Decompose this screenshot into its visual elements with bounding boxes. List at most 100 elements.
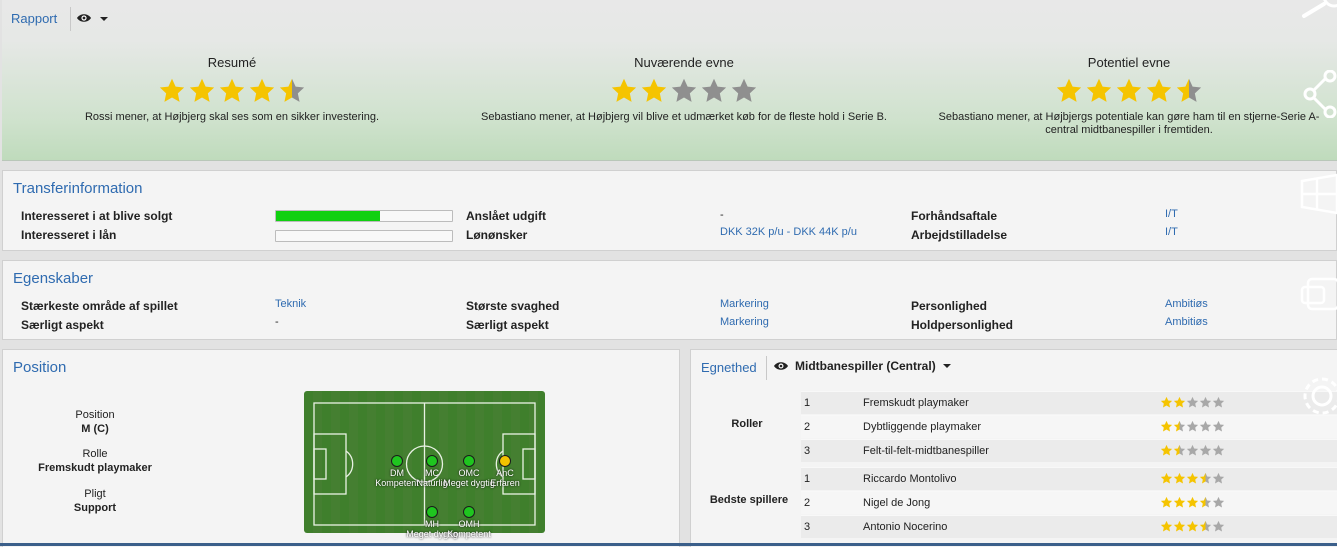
star-icon bbox=[219, 78, 245, 102]
star-icon bbox=[1160, 520, 1173, 532]
current-ability-description: Sebastiano mener, at Højbjerg vil blive … bbox=[481, 111, 887, 123]
summary-description: Rossi mener, at Højbjerg skal ses som en… bbox=[84, 111, 380, 123]
interested-in-loan-label: Interesseret i lån bbox=[21, 228, 117, 242]
star-icon bbox=[731, 78, 757, 102]
team-personality-label: Holdpersonlighed bbox=[911, 318, 1013, 332]
player-number: 2 bbox=[804, 497, 811, 509]
star-icon bbox=[1186, 496, 1199, 508]
player-name[interactable]: Riccardo Montolivo bbox=[863, 473, 957, 485]
best-player-row[interactable]: 3 Antonio Nocerino bbox=[801, 515, 1337, 538]
current-ability-star-rating bbox=[459, 77, 909, 105]
devices-icon[interactable] bbox=[1300, 277, 1337, 311]
personality-label: Personlighed bbox=[911, 299, 988, 313]
work-permit-value: I/T bbox=[1165, 226, 1178, 238]
star-icon bbox=[1056, 78, 1082, 102]
role-number: 1 bbox=[804, 397, 811, 409]
view-options-dropdown[interactable] bbox=[76, 10, 110, 29]
best-player-row[interactable]: 2 Nigel de Jong bbox=[801, 491, 1337, 514]
star-icon bbox=[249, 78, 275, 102]
star-icon bbox=[1160, 472, 1173, 484]
pitch-position-marker[interactable] bbox=[391, 455, 403, 467]
best-player-row[interactable]: 1 Riccardo Montolivo bbox=[801, 467, 1337, 490]
precontract-value: I/T bbox=[1165, 208, 1178, 220]
special-aspect-label: Særligt aspekt bbox=[21, 318, 104, 332]
star-icon bbox=[1186, 396, 1199, 408]
precontract-label: Forhåndsaftale bbox=[911, 209, 998, 223]
tab-suitability[interactable]: Egnethed bbox=[701, 360, 757, 375]
position-pitch: DM Kompetent MC Naturlig OMC Meget dygtig AnC E… bbox=[304, 391, 545, 539]
transfer-info-title: Transferinformation bbox=[13, 180, 143, 197]
role-number: 3 bbox=[804, 445, 811, 457]
star-icon bbox=[641, 78, 667, 102]
best-players-label: Bedste spillere bbox=[709, 494, 789, 506]
star-icon bbox=[1199, 496, 1212, 508]
pitch-position-marker[interactable] bbox=[499, 455, 511, 467]
position-label: Position bbox=[75, 409, 115, 421]
star-icon bbox=[1086, 78, 1112, 102]
pitch-position-label: AnC Erfaren bbox=[490, 468, 520, 488]
interested-in-loan-bar bbox=[275, 230, 453, 242]
star-icon bbox=[1186, 520, 1199, 532]
role-number: 2 bbox=[804, 421, 811, 433]
role-row[interactable]: 1 Fremskudt playmaker bbox=[801, 391, 1337, 414]
star-icon bbox=[1212, 472, 1225, 484]
star-icon bbox=[1173, 520, 1186, 532]
player-name[interactable]: Antonio Nocerino bbox=[863, 521, 947, 533]
chevron-down-icon bbox=[942, 364, 951, 368]
interested-in-sale-label: Interesseret i at blive solgt bbox=[21, 209, 173, 223]
player-name[interactable]: Nigel de Jong bbox=[863, 497, 930, 509]
star-icon bbox=[279, 78, 305, 102]
role-row[interactable]: 3 Felt-til-felt-midtbanespiller bbox=[801, 439, 1337, 462]
role-star-rating bbox=[1160, 420, 1225, 433]
selected-position: Midtbanespiller (Central) bbox=[795, 359, 936, 373]
duty-label: Pligt bbox=[84, 488, 106, 500]
star-icon bbox=[1186, 420, 1199, 432]
star-icon bbox=[1199, 444, 1212, 456]
star-icon bbox=[1212, 396, 1225, 408]
eye-icon bbox=[774, 362, 788, 370]
star-icon bbox=[1186, 472, 1199, 484]
role-value: Fremskudt playmaker bbox=[38, 462, 152, 474]
pitch-position-marker[interactable] bbox=[426, 506, 438, 518]
attributes-panel: Egenskaber Stærkeste område af spillet T… bbox=[2, 260, 1337, 340]
report-column-current-ability: Nuværende evne Sebastiano mener, at Højb… bbox=[459, 55, 909, 124]
team-personality-value: Ambitiøs bbox=[1165, 316, 1208, 328]
star-icon bbox=[1173, 496, 1186, 508]
pitch-position-marker[interactable] bbox=[463, 455, 475, 467]
pitch-position-marker[interactable] bbox=[426, 455, 438, 467]
special-aspect-value: - bbox=[275, 316, 279, 328]
estimated-fee-label: Anslået udgift bbox=[466, 209, 546, 223]
windows-icon[interactable] bbox=[1300, 173, 1337, 215]
transfer-info-panel: Transferinformation Interesseret i at bl… bbox=[2, 170, 1337, 251]
share-icon[interactable] bbox=[1300, 70, 1337, 118]
star-icon bbox=[1160, 396, 1173, 408]
tab-rapport[interactable]: Rapport bbox=[11, 11, 57, 26]
biggest-weakness-label: Største svaghed bbox=[466, 299, 560, 313]
star-icon bbox=[1160, 420, 1173, 432]
potential-ability-description: Sebastiano mener, at Højbjergs potential… bbox=[938, 111, 1320, 136]
player-star-rating bbox=[1160, 520, 1225, 533]
potential-ability-star-rating bbox=[924, 77, 1334, 105]
wage-demands-value: DKK 32K p/u - DKK 44K p/u bbox=[720, 226, 857, 238]
star-icon bbox=[1199, 420, 1212, 432]
star-icon bbox=[1176, 78, 1202, 102]
role-star-rating bbox=[1160, 396, 1225, 409]
star-icon bbox=[1116, 78, 1142, 102]
star-icon bbox=[1146, 78, 1172, 102]
strongest-area-label: Stærkeste område af spillet bbox=[21, 299, 178, 313]
role-name: Felt-til-felt-midtbanespiller bbox=[863, 445, 989, 457]
star-icon bbox=[1160, 496, 1173, 508]
settings-gear-icon[interactable] bbox=[1300, 374, 1337, 418]
star-icon bbox=[1212, 444, 1225, 456]
special-aspect-2-value: Markering bbox=[720, 316, 769, 328]
pitch-position-marker[interactable] bbox=[463, 506, 475, 518]
role-label: Rolle bbox=[82, 448, 108, 460]
role-name: Dybtliggende playmaker bbox=[863, 421, 982, 433]
special-aspect-2-label: Særligt aspekt bbox=[466, 318, 549, 332]
search-icon[interactable] bbox=[1300, 0, 1337, 20]
role-row[interactable]: 2 Dybtliggende playmaker bbox=[801, 415, 1337, 438]
biggest-weakness-value: Markering bbox=[720, 298, 769, 310]
star-icon bbox=[671, 78, 697, 102]
position-select-dropdown[interactable]: Midtbanespiller (Central) bbox=[773, 359, 952, 373]
tab-separator bbox=[766, 356, 767, 380]
